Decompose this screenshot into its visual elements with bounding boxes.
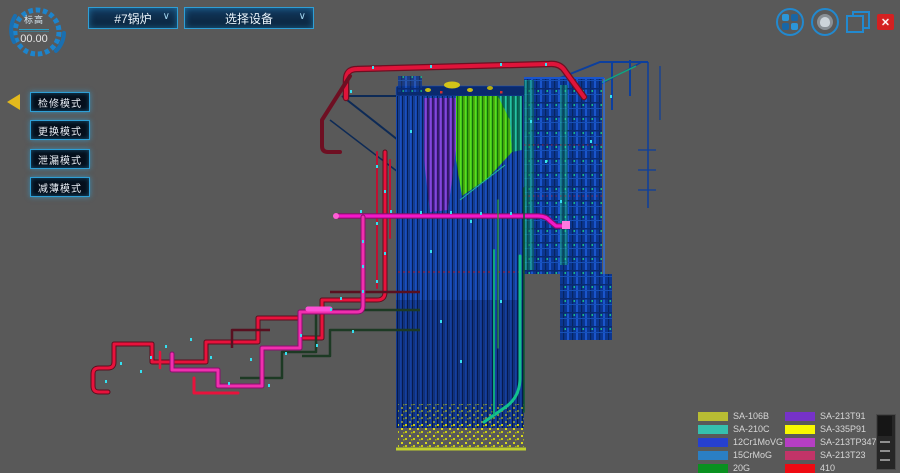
window-controls: ✕ [776,7,894,37]
legend-swatch [698,464,728,473]
panel-collapse-arrow-icon[interactable] [7,94,20,110]
close-icon[interactable]: ✕ [877,14,894,30]
convection-pass-structure [524,78,612,340]
home-view-icon[interactable] [811,8,839,36]
legend-swatch [785,451,815,460]
mode-button-replace[interactable]: 更换模式 [30,120,90,140]
legend-swatch [785,425,815,434]
left-riser-pipes [93,152,390,393]
legend-label: 15CrMoG [733,451,772,460]
legend-swatch [698,412,728,421]
device-select-dropdown[interactable]: 选择设备 ∨ [184,7,314,29]
legend-label: SA-213TP347H [820,438,883,447]
gauge-label: 标高 [4,13,64,26]
elevation-gauge: 标高 00.00 [4,0,70,62]
boiler-select-dropdown[interactable]: #7锅炉 ∨ [88,7,178,29]
legend-scrollbar-thumb[interactable] [878,416,892,436]
legend-swatch [785,438,815,447]
gauge-divider [19,29,49,30]
legend-swatch [698,438,728,447]
chevron-down-icon: ∨ [163,11,170,22]
legend-item[interactable]: SA-213T23 [785,451,883,460]
mode-button-overhaul[interactable]: 检修模式 [30,92,90,112]
legend-item[interactable]: SA-213TP347H [785,438,883,447]
mode-button-leak[interactable]: 泄漏模式 [30,149,90,169]
app-window: 标高 00.00 #7锅炉 ∨ 选择设备 ∨ ✕ 检修模式 更换模式 泄漏模式 … [0,0,900,473]
legend-item[interactable]: SA-213T91 [785,412,883,421]
legend-label: SA-106B [733,412,769,421]
furnace-tube-bank [396,96,526,449]
legend-item[interactable]: SA-335P91 [785,425,883,434]
legend-swatch [698,451,728,460]
legend-item[interactable]: 20G [698,464,783,473]
legend-item[interactable]: 15CrMoG [698,451,783,460]
legend-swatch [785,412,815,421]
boiler-3d-model [0,0,900,473]
legend-label: 12Cr1MoVG [733,438,783,447]
device-select-value: 选择设备 [225,10,273,27]
scrollbar-tick [880,441,890,443]
gauge-value: 00.00 [4,33,64,45]
legend-item[interactable]: 12Cr1MoVG [698,438,783,447]
legend-scrollbar[interactable] [876,414,896,470]
legend-column-right: SA-213T91 SA-335P91 SA-213TP347H SA-213T… [785,412,883,473]
model-viewport[interactable] [0,0,900,473]
scrollbar-tick [880,459,890,461]
layout-grid-icon[interactable] [776,8,804,36]
back-framework [330,96,398,172]
legend-item[interactable]: SA-210C [698,425,783,434]
legend-column-left: SA-106B SA-210C 12Cr1MoVG 15CrMoG 20G [698,412,783,473]
scrollbar-tick [880,450,890,452]
legend-label: SA-335P91 [820,425,866,434]
chevron-down-icon: ∨ [299,11,306,22]
legend-label: SA-213T91 [820,412,866,421]
legend-swatch [785,464,815,473]
switch-window-icon[interactable] [846,11,870,33]
boiler-select-value: #7锅炉 [114,10,151,27]
legend-label: 20G [733,464,750,473]
steam-drum [396,76,526,96]
legend-item[interactable]: SA-106B [698,412,783,421]
legend-swatch [698,425,728,434]
legend-item[interactable]: 410 [785,464,883,473]
mode-button-thinning[interactable]: 减薄模式 [30,177,90,197]
legend-label: SA-213T23 [820,451,866,460]
legend-label: SA-210C [733,425,770,434]
legend-label: 410 [820,464,835,473]
